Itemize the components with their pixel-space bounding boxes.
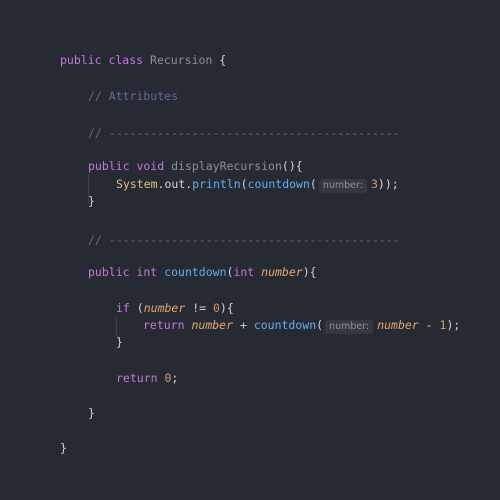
- parameter-hint: number:: [318, 179, 367, 193]
- method-name: countdown: [164, 265, 227, 279]
- number-literal: 0: [212, 301, 220, 315]
- punctuation: ){: [302, 265, 317, 279]
- punctuation: ){: [219, 301, 234, 315]
- code-line-4[interactable]: public void displayRecursion(){: [88, 158, 303, 174]
- indent-guide: [116, 316, 117, 336]
- method-call: println: [192, 177, 241, 191]
- code-line-13[interactable]: }: [88, 405, 95, 421]
- punctuation: (){: [281, 159, 303, 173]
- open-paren: (: [316, 318, 324, 332]
- operator: !=: [185, 301, 213, 315]
- code-line-3[interactable]: // -------------------------------------…: [88, 125, 400, 141]
- code-line-14[interactable]: }: [60, 440, 67, 456]
- code-line-8[interactable]: public int countdown(int number){: [88, 264, 317, 280]
- brace: }: [88, 406, 95, 420]
- comment: // Attributes: [88, 89, 179, 103]
- keyword: return: [116, 371, 158, 385]
- keyword: public class: [60, 53, 144, 67]
- close-paren: );: [446, 318, 461, 332]
- brace: }: [60, 441, 67, 455]
- close-paren: ));: [377, 177, 399, 191]
- keyword: if: [116, 301, 130, 315]
- keyword: return: [143, 318, 185, 332]
- brace: {: [219, 53, 227, 67]
- parameter: number: [261, 265, 303, 279]
- open-paren: (: [129, 301, 144, 315]
- open-paren: (: [240, 177, 248, 191]
- operator: +: [233, 318, 254, 332]
- brace: }: [88, 194, 95, 208]
- parameter: number: [377, 318, 419, 332]
- semicolon: ;: [171, 371, 179, 385]
- type-keyword: int: [233, 265, 255, 279]
- object-name: System: [116, 177, 158, 191]
- parameter-hint: number:: [325, 320, 374, 334]
- parameter: number: [143, 301, 186, 315]
- code-line-6[interactable]: }: [88, 193, 95, 209]
- operator: -: [418, 318, 440, 332]
- keyword: public int: [88, 265, 158, 279]
- open-paren: (: [309, 177, 317, 191]
- parameter: number: [191, 318, 234, 332]
- code-line-1[interactable]: public class Recursion {: [60, 52, 226, 68]
- code-line-11[interactable]: }: [116, 334, 123, 350]
- brace: }: [116, 335, 123, 349]
- comment: // -------------------------------------…: [88, 233, 400, 247]
- number-literal: 3: [370, 177, 378, 191]
- member-access: .out.: [157, 177, 193, 191]
- method-call: countdown: [247, 177, 310, 191]
- code-line-7[interactable]: // -------------------------------------…: [88, 232, 400, 248]
- method-name: displayRecursion: [171, 159, 282, 173]
- class-name: Recursion: [150, 53, 213, 67]
- code-line-9[interactable]: if (number != 0){: [116, 300, 234, 316]
- code-line-10[interactable]: return number + countdown(number: number …: [143, 317, 460, 334]
- code-line-12[interactable]: return 0;: [116, 370, 178, 386]
- code-line-5[interactable]: System.out.println(countdown(number: 3));: [116, 176, 399, 193]
- comment: // -------------------------------------…: [88, 126, 400, 140]
- code-editor[interactable]: public class Recursion { // Attributes /…: [0, 0, 500, 500]
- code-line-2[interactable]: // Attributes: [88, 88, 178, 104]
- keyword: public void: [88, 159, 165, 173]
- method-call: countdown: [253, 318, 317, 332]
